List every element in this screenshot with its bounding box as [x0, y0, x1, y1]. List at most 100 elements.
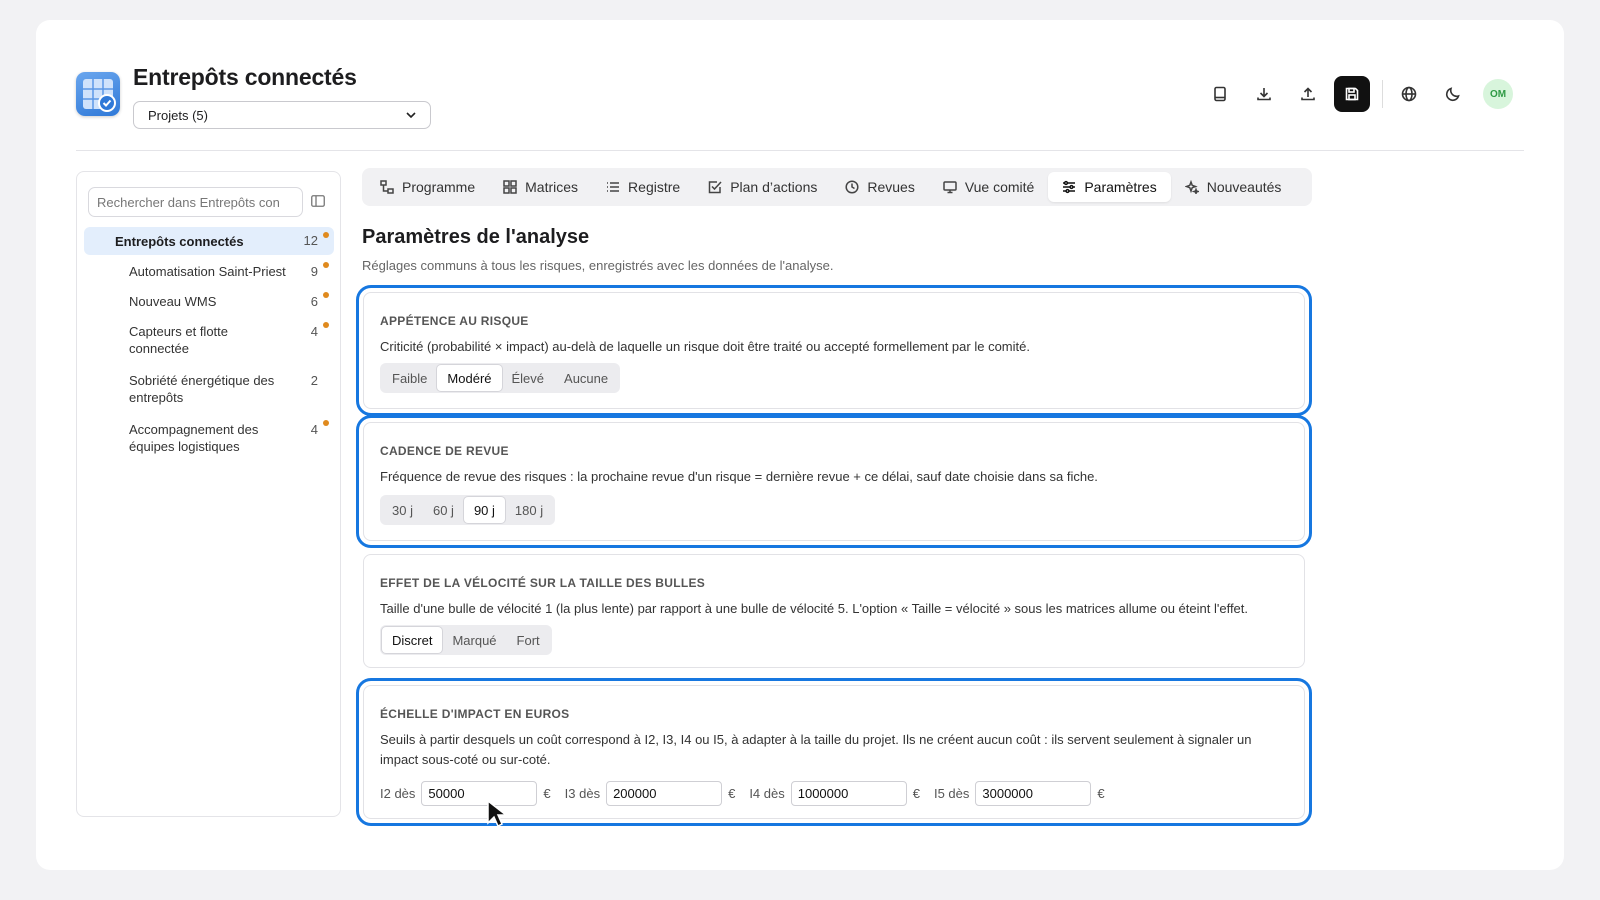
tab-matrices[interactable]: Matrices [489, 172, 592, 202]
setting-title: EFFET DE LA VÉLOCITÉ SUR LA TAILLE DES B… [380, 576, 706, 590]
status-dot [323, 322, 329, 328]
setting-description: Fréquence de revue des risques : la proc… [380, 469, 1098, 484]
setting-card-velocite: EFFET DE LA VÉLOCITÉ SUR LA TAILLE DES B… [363, 554, 1305, 668]
upload-icon [1301, 87, 1315, 101]
tree-item[interactable]: Nouveau WMS 6 [84, 287, 334, 316]
app-logo-icon [76, 72, 120, 116]
tree-item[interactable]: Accompagnement des équipes logistiques 4 [84, 415, 334, 461]
tab-revues[interactable]: Revues [831, 172, 928, 202]
setting-description: Seuils à partir desquels un coût corresp… [380, 732, 1252, 767]
sidebar: Rechercher dans Entrepôts con Entrepôts … [76, 171, 341, 817]
appetence-option-aucune[interactable]: Aucune [554, 365, 618, 391]
book-icon [1214, 86, 1226, 102]
cadence-segmented-control: 30 j 60 j 90 j 180 j [380, 495, 556, 525]
tree-item-count: 6 [310, 294, 318, 309]
tab-nouveautes[interactable]: Nouveautés [1171, 172, 1296, 202]
theme-toggle-button[interactable] [1435, 76, 1471, 112]
import-button[interactable] [1290, 76, 1326, 112]
tab-label: Plan d’actions [730, 179, 818, 195]
tab-registre[interactable]: Registre [592, 172, 694, 202]
tab-parametres[interactable]: Paramètres [1048, 172, 1171, 202]
cadence-option-60j[interactable]: 60 j [423, 497, 464, 523]
tab-plan-actions[interactable]: Plan d’actions [694, 172, 831, 202]
tab-label: Nouveautés [1206, 179, 1282, 195]
setting-title: ÉCHELLE D'IMPACT EN EUROS [380, 707, 570, 721]
export-button[interactable] [1246, 76, 1282, 112]
setting-description: Taille d'une bulle de vélocité 1 (la plu… [380, 601, 1249, 616]
velocite-option-fort[interactable]: Fort [507, 627, 550, 653]
app-window: Entrepôts connectés Projets (5) OM Reche [36, 20, 1564, 870]
setting-card-echelle: ÉCHELLE D'IMPACT EN EUROS Seuils à parti… [356, 678, 1312, 826]
threshold-label-i2: I2 dès [380, 786, 416, 801]
tab-vue-comite[interactable]: Vue comité [929, 172, 1049, 202]
tab-label: Paramètres [1084, 179, 1157, 195]
chevron-down-icon [406, 109, 416, 121]
project-select-value: Projets (5) [148, 107, 208, 123]
monitor-icon [943, 181, 957, 194]
page-title: Paramètres de l'analyse [362, 226, 590, 248]
grid-icon [503, 180, 517, 194]
appetence-option-modere[interactable]: Modéré [437, 365, 502, 391]
appetence-option-faible[interactable]: Faible [382, 365, 437, 391]
list-icon [607, 182, 620, 192]
project-tree: Entrepôts connectés 12 Automatisation Sa… [84, 227, 334, 461]
tree-item-label: Capteurs et flotte connectée [129, 324, 228, 356]
velocite-segmented-control: Discret Marqué Fort [380, 625, 552, 655]
tree-item[interactable]: Automatisation Saint-Priest 9 [84, 257, 334, 286]
save-button[interactable] [1334, 76, 1370, 112]
threshold-input-i5[interactable]: 3000000 [975, 781, 1092, 806]
status-dot [323, 262, 329, 268]
cadence-option-180j[interactable]: 180 j [505, 497, 553, 523]
currency-unit: € [912, 786, 920, 801]
checkbox-icon [708, 181, 722, 194]
status-dot [323, 232, 329, 238]
clock-icon [845, 180, 859, 194]
velocite-option-discret[interactable]: Discret [382, 627, 443, 653]
globe-icon [1401, 86, 1417, 102]
threshold-input-i3[interactable]: 200000 [606, 781, 723, 806]
tree-item-label: Sobriété énergétique des entrepôts [129, 373, 275, 405]
guide-button[interactable] [1202, 76, 1238, 112]
cadence-option-30j[interactable]: 30 j [382, 497, 423, 523]
save-icon [1345, 87, 1359, 101]
tree-item-count: 9 [310, 264, 318, 279]
tree-item[interactable]: Sobriété énergétique des entrepôts 2 [84, 366, 334, 412]
cadence-option-90j[interactable]: 90 j [463, 497, 505, 523]
status-dot [323, 420, 329, 426]
page-subtitle: Réglages communs à tous les risques, enr… [362, 258, 834, 273]
appetence-option-eleve[interactable]: Élevé [502, 365, 555, 391]
mouse-pointer-icon [487, 799, 509, 833]
sliders-icon [1063, 180, 1076, 194]
org-chart-icon [380, 180, 394, 194]
tree-item-count: 2 [310, 373, 318, 388]
moon-icon [1445, 87, 1460, 102]
tab-label: Matrices [525, 179, 579, 195]
download-icon [1257, 88, 1271, 101]
tab-label: Vue comité [964, 179, 1035, 195]
appetence-segmented-control: Faible Modéré Élevé Aucune [380, 363, 621, 393]
setting-card-cadence: CADENCE DE REVUE Fréquence de revue des … [356, 415, 1312, 548]
tree-item-label: Nouveau WMS [129, 294, 217, 309]
tree-item-root[interactable]: Entrepôts connectés 12 [84, 227, 334, 255]
header-divider [76, 150, 1524, 151]
avatar[interactable]: OM [1483, 79, 1513, 109]
tree-item-label: Accompagnement des équipes logistiques [129, 422, 259, 454]
tree-item-count: 12 [303, 233, 318, 248]
currency-unit: € [543, 786, 551, 801]
project-select[interactable]: Projets (5) [133, 101, 431, 129]
tree-item[interactable]: Capteurs et flotte connectée 4 [84, 317, 334, 363]
tab-label: Programme [402, 179, 476, 195]
sidebar-toggle-icon[interactable] [311, 194, 325, 212]
tab-programme[interactable]: Programme [366, 172, 489, 202]
currency-unit: € [1097, 786, 1105, 801]
setting-card-appetence: APPÉTENCE AU RISQUE Criticité (probabili… [356, 285, 1312, 416]
tab-bar: Programme Matrices Registre Plan d’actio… [362, 168, 1312, 206]
velocite-option-marque[interactable]: Marqué [442, 627, 506, 653]
app-title: Entrepôts connectés [133, 64, 357, 90]
language-button[interactable] [1391, 76, 1427, 112]
tree-item-label: Automatisation Saint-Priest [129, 264, 286, 279]
threshold-input-i4[interactable]: 1000000 [790, 781, 907, 806]
threshold-input-i2[interactable]: 50000 [421, 781, 538, 806]
setting-title: CADENCE DE REVUE [380, 444, 509, 458]
search-input[interactable]: Rechercher dans Entrepôts con [88, 187, 303, 217]
